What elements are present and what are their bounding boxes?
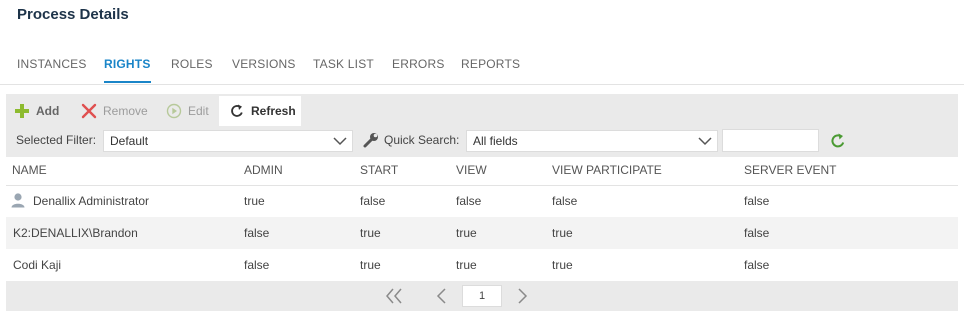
- quick-search-input[interactable]: [722, 129, 819, 152]
- remove-button[interactable]: Remove: [81, 99, 148, 123]
- cell-view-participate: true: [552, 258, 573, 272]
- cell-server-event: false: [744, 194, 770, 208]
- quick-search-label: Quick Search:: [384, 133, 460, 147]
- table-row[interactable]: K2:DENALLIX\Brandon false true true true…: [6, 217, 958, 249]
- cell-view: true: [456, 226, 477, 240]
- selected-filter-value: Default: [110, 134, 149, 148]
- tab-instances[interactable]: INSTANCES: [17, 57, 87, 83]
- cell-view-participate: false: [552, 194, 578, 208]
- column-header-start[interactable]: START: [360, 163, 398, 177]
- cell-server-event: false: [744, 258, 770, 272]
- cell-view: true: [456, 258, 477, 272]
- column-header-name[interactable]: NAME: [12, 163, 47, 177]
- column-header-view[interactable]: VIEW: [456, 163, 487, 177]
- column-header-server-event[interactable]: SERVER EVENT: [744, 163, 836, 177]
- page-title: Process Details: [17, 6, 129, 23]
- chevron-down-icon: [332, 134, 348, 154]
- cell-view: false: [456, 194, 482, 208]
- cell-admin: false: [244, 258, 270, 272]
- quick-search-field-value: All fields: [473, 134, 518, 148]
- cell-server-event: false: [744, 226, 770, 240]
- selected-filter-label: Selected Filter:: [16, 133, 97, 147]
- tab-task-list[interactable]: TASK LIST: [313, 57, 374, 83]
- user-icon: [11, 192, 25, 213]
- refresh-icon: [229, 103, 245, 119]
- play-circle-icon: [166, 103, 182, 119]
- remove-button-label: Remove: [103, 104, 148, 118]
- column-header-admin[interactable]: ADMIN: [244, 163, 283, 177]
- page-number-input[interactable]: 1: [462, 285, 502, 307]
- cell-start: true: [360, 258, 381, 272]
- table-row[interactable]: Denallix Administrator true false false …: [6, 185, 958, 217]
- tab-bar: INSTANCES RIGHTS ROLES VERSIONS TASK LIS…: [0, 50, 964, 85]
- refresh-button[interactable]: Refresh: [219, 96, 301, 126]
- tab-roles[interactable]: ROLES: [171, 57, 213, 83]
- wrench-icon: [362, 131, 380, 154]
- cell-name: K2:DENALLIX\Brandon: [13, 226, 138, 240]
- cell-view-participate: true: [552, 226, 573, 240]
- add-button[interactable]: Add: [14, 99, 59, 123]
- refresh-button-label: Refresh: [251, 104, 296, 118]
- chevron-down-icon: [697, 134, 713, 154]
- cell-name: Denallix Administrator: [33, 194, 150, 208]
- search-refresh-icon[interactable]: [829, 132, 847, 155]
- edit-button[interactable]: Edit: [166, 99, 209, 123]
- cell-start: false: [360, 194, 386, 208]
- plus-icon: [14, 103, 30, 119]
- edit-button-label: Edit: [188, 104, 209, 118]
- selected-filter-dropdown[interactable]: Default: [103, 130, 353, 152]
- cell-admin: false: [244, 226, 270, 240]
- cell-admin: true: [244, 194, 265, 208]
- next-page-icon[interactable]: [516, 287, 530, 310]
- table-row[interactable]: Codi Kaji false true true true false: [6, 249, 958, 281]
- first-page-icon[interactable]: [384, 287, 404, 310]
- x-icon: [81, 103, 97, 119]
- quick-search-field-dropdown[interactable]: All fields: [466, 130, 718, 152]
- add-button-label: Add: [36, 104, 60, 118]
- column-header-view-participate[interactable]: VIEW PARTICIPATE: [552, 163, 662, 177]
- tab-reports[interactable]: REPORTS: [461, 57, 520, 83]
- previous-page-icon[interactable]: [434, 287, 448, 310]
- cell-start: true: [360, 226, 381, 240]
- tab-rights[interactable]: RIGHTS: [104, 57, 151, 83]
- tab-errors[interactable]: ERRORS: [392, 57, 445, 83]
- tab-versions[interactable]: VERSIONS: [232, 57, 296, 83]
- cell-name: Codi Kaji: [13, 258, 62, 272]
